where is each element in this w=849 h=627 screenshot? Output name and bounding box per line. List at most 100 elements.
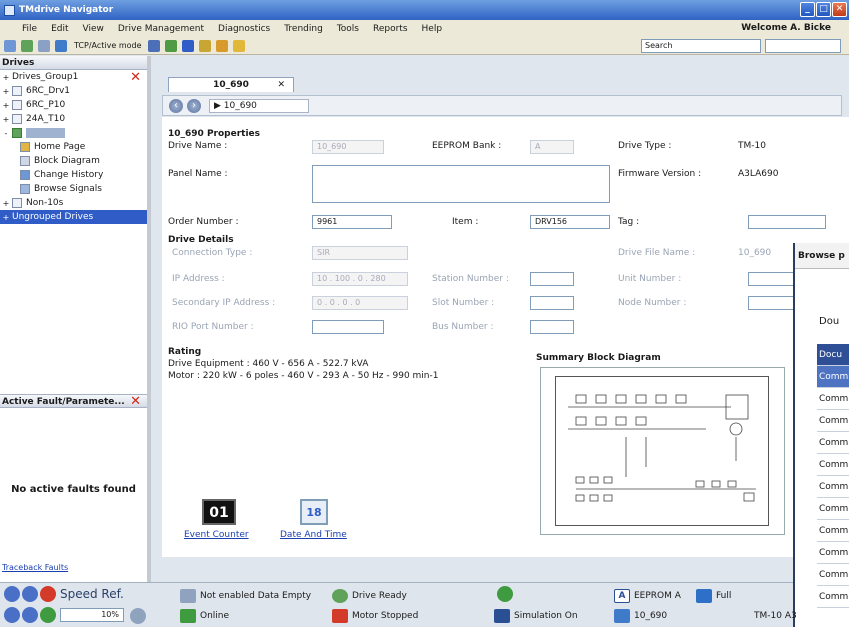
tree-item-block-diagram[interactable]: Block Diagram (0, 154, 147, 168)
back-icon[interactable] (4, 39, 16, 52)
jog-icon[interactable] (22, 586, 38, 602)
menu-diagnostics[interactable]: Diagnostics (218, 24, 270, 34)
folder-icon[interactable] (198, 39, 211, 52)
menu-drive-management[interactable]: Drive Management (118, 24, 204, 34)
expand-icon[interactable]: + (2, 101, 10, 110)
secondary-ip-field[interactable]: 0 . 0 . 0 . 0 (312, 296, 408, 310)
traceback-faults-link[interactable]: Traceback Faults (2, 563, 68, 572)
connection-type-select[interactable]: SIR (312, 246, 408, 260)
stop-icon[interactable] (40, 586, 56, 602)
tag-field[interactable] (748, 215, 826, 229)
remove-icon[interactable]: ✕ (130, 70, 141, 85)
unit-number-field[interactable] (748, 272, 794, 286)
forward-icon[interactable] (21, 39, 33, 52)
rio-port-number-label: RIO Port Number : (172, 322, 254, 332)
drive-type-label: Drive Type : (618, 141, 672, 151)
connect-icon[interactable] (38, 39, 50, 52)
speed-ref-input[interactable]: 10% (60, 608, 124, 622)
forward-icon[interactable] (4, 607, 20, 623)
menu-tools[interactable]: Tools (337, 24, 359, 34)
maximize-button[interactable]: □ (816, 2, 831, 17)
menu-trending[interactable]: Trending (284, 24, 323, 34)
tree-item-non-10s[interactable]: + Non-10s (0, 196, 147, 210)
tree-item-change-history[interactable]: Change History (0, 168, 147, 182)
expand-icon[interactable]: + (2, 87, 10, 96)
browse-row[interactable]: Comm (817, 366, 849, 388)
date-and-time-link[interactable]: Date And Time (280, 530, 347, 540)
browse-row[interactable]: Comm (817, 586, 849, 608)
menu-file[interactable]: File (22, 24, 37, 34)
browse-column-header[interactable]: Docu (817, 344, 849, 366)
status-motor-stopped: Motor Stopped (330, 607, 418, 625)
run-icon[interactable] (4, 586, 20, 602)
expand-icon[interactable]: + (2, 115, 10, 124)
item-field[interactable]: DRV156 (530, 215, 610, 229)
browse-row[interactable]: Comm (817, 564, 849, 586)
browse-row[interactable]: Comm (817, 432, 849, 454)
status-not-enabled: Not enabled Data Empty (178, 587, 311, 605)
tree-item-browse-signals[interactable]: Browse Signals (0, 182, 147, 196)
browse-row[interactable]: Comm (817, 498, 849, 520)
tree-item-home-page[interactable]: Home Page (0, 140, 147, 154)
event-counter-link[interactable]: Event Counter (184, 530, 249, 540)
tree-item-label: 6RC_Drv1 (26, 86, 70, 96)
tree-item-drives-group1[interactable]: + Drives_Group1 ✕ (0, 70, 147, 85)
search-input[interactable]: Search (641, 39, 761, 53)
collapse-icon[interactable]: - (2, 129, 10, 138)
close-button[interactable]: ✕ (832, 2, 847, 17)
tree-item-6rc-drv1[interactable]: + 6RC_Drv1 (0, 84, 147, 98)
eeprom-bank-select[interactable]: A (530, 140, 574, 154)
online-icon (180, 609, 196, 623)
speed-set-icon[interactable] (130, 608, 146, 624)
panel-name-field[interactable] (312, 165, 610, 203)
browse-row[interactable]: Comm (817, 454, 849, 476)
menu-help[interactable]: Help (422, 24, 443, 34)
tree-item-label: Non-10s (26, 198, 64, 208)
bus-number-field[interactable] (530, 320, 574, 334)
reverse-icon[interactable] (22, 607, 38, 623)
tab-10-690[interactable]: 10_690 ✕ (168, 77, 294, 92)
drive-name-field[interactable]: 10_690 (312, 140, 384, 154)
tree-item-24a-t10[interactable]: + 24A_T10 (0, 112, 147, 126)
mode-text[interactable]: TCP/Active mode (74, 41, 142, 50)
close-fault-icon[interactable]: ✕ (130, 395, 141, 409)
order-number-field[interactable]: 9961 (312, 215, 392, 229)
close-tab-icon[interactable]: ✕ (277, 78, 285, 92)
tree-item-10-690[interactable]: - 10_690 (0, 126, 147, 140)
expand-icon[interactable]: + (2, 213, 10, 222)
search-button[interactable] (765, 39, 841, 53)
slot-number-field[interactable] (530, 296, 574, 310)
bulb-icon[interactable] (232, 39, 245, 52)
browse-row[interactable]: Comm (817, 520, 849, 542)
event-counter-icon[interactable]: 01 (202, 499, 236, 525)
ip-address-field[interactable]: 10 . 100 . 0 . 280 (312, 272, 408, 286)
tree-item-ungrouped-drives[interactable]: + Ungrouped Drives (0, 210, 147, 224)
upload-icon[interactable] (147, 39, 160, 52)
node-number-field[interactable] (748, 296, 794, 310)
refresh-icon[interactable] (164, 39, 177, 52)
expand-icon[interactable]: + (2, 199, 10, 208)
minimize-button[interactable]: _ (800, 2, 815, 17)
calendar-icon[interactable]: 18 (300, 499, 328, 525)
full-icon (696, 589, 712, 603)
menu-edit[interactable]: Edit (51, 24, 68, 34)
breadcrumb[interactable]: ▶ 10_690 (209, 99, 309, 113)
drive-ready-text: Drive Ready (352, 591, 407, 601)
star-icon[interactable] (215, 39, 228, 52)
browse-row[interactable]: Comm (817, 542, 849, 564)
enable-icon[interactable] (40, 607, 56, 623)
tree-item-6rc-p10[interactable]: + 6RC_P10 (0, 98, 147, 112)
browse-row[interactable]: Comm (817, 410, 849, 432)
chart-icon[interactable] (181, 39, 194, 52)
rio-port-number-field[interactable] (312, 320, 384, 334)
menu-reports[interactable]: Reports (373, 24, 408, 34)
menu-view[interactable]: View (83, 24, 104, 34)
station-number-field[interactable] (530, 272, 574, 286)
forward-icon[interactable]: › (187, 99, 201, 113)
network-icon[interactable] (55, 39, 67, 52)
browse-row[interactable]: Comm (817, 388, 849, 410)
expand-icon[interactable]: + (2, 73, 10, 82)
back-icon[interactable]: ‹ (169, 99, 183, 113)
browse-row[interactable]: Comm (817, 476, 849, 498)
summary-block-diagram[interactable] (540, 367, 785, 535)
